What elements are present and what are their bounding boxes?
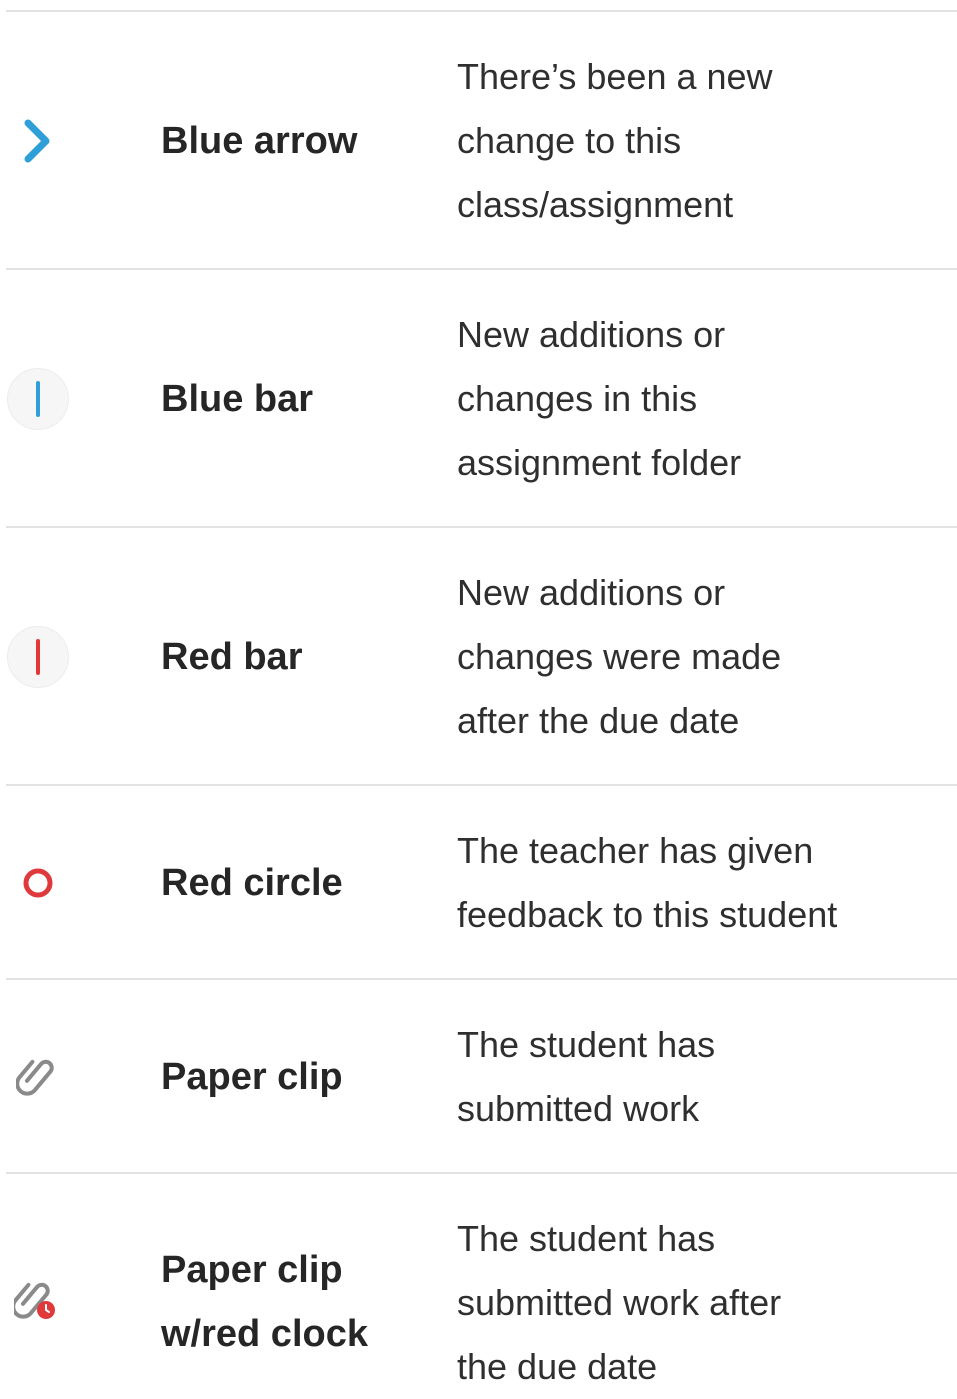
legend-name: Paper clip w/red clock bbox=[161, 1249, 368, 1355]
legend-description: New additions or changes were made after… bbox=[457, 572, 782, 741]
paperclip-red-clock-icon bbox=[6, 1270, 70, 1334]
legend-row-paper-clip: Paper clip The student has submitted wor… bbox=[6, 980, 957, 1174]
legend-description: The teacher has given feedback to this s… bbox=[457, 830, 838, 935]
icon-legend-table: Blue arrow There’s been a new change to … bbox=[6, 10, 957, 1394]
legend-description: The student has submitted work after the… bbox=[457, 1218, 782, 1387]
legend-name: Paper clip bbox=[161, 1056, 343, 1098]
legend-name: Red circle bbox=[161, 862, 343, 904]
red-circle-icon bbox=[6, 851, 70, 915]
red-bar-icon bbox=[6, 625, 70, 689]
legend-name: Red bar bbox=[161, 636, 303, 678]
legend-name: Blue arrow bbox=[161, 120, 358, 162]
legend-row-red-bar: Red bar New additions or changes were ma… bbox=[6, 528, 957, 786]
legend-row-blue-arrow: Blue arrow There’s been a new change to … bbox=[6, 12, 957, 270]
chevron-right-icon bbox=[6, 109, 70, 173]
legend-row-blue-bar: Blue bar New additions or changes in thi… bbox=[6, 270, 957, 528]
legend-row-paper-clip-red-clock: Paper clip w/red clock The student has s… bbox=[6, 1174, 957, 1394]
legend-description: New additions or changes in this assignm… bbox=[457, 314, 742, 483]
blue-bar-icon bbox=[6, 367, 70, 431]
legend-row-red-circle: Red circle The teacher has given feedbac… bbox=[6, 786, 957, 980]
legend-name: Blue bar bbox=[161, 378, 314, 420]
legend-description: There’s been a new change to this class/… bbox=[457, 56, 773, 225]
paperclip-icon bbox=[6, 1045, 70, 1109]
legend-description: The student has submitted work bbox=[457, 1024, 716, 1129]
